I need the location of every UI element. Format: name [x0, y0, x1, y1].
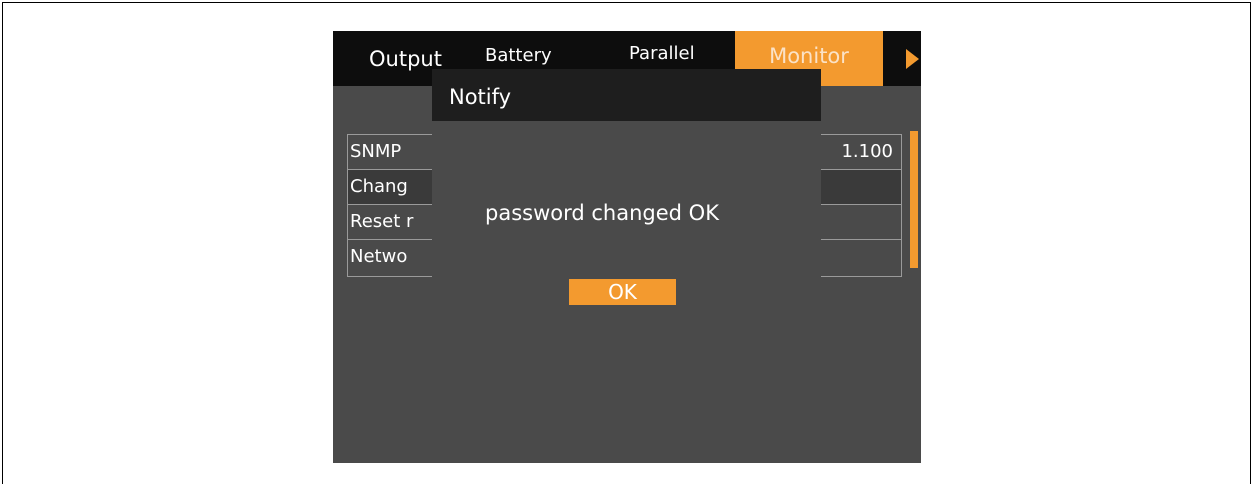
notify-dialog: Notify password changed OK OK [432, 69, 821, 353]
list-item-label: SNMP [350, 141, 402, 162]
dialog-title: Notify [432, 69, 821, 121]
list-scrollbar[interactable] [910, 131, 918, 268]
list-item-label: Chang [350, 176, 408, 197]
ok-button[interactable]: OK [569, 279, 676, 305]
list-item-label: Reset r [350, 211, 414, 232]
tab-output[interactable]: Output [369, 32, 442, 87]
dialog-message: password changed OK [485, 201, 719, 225]
next-tab-arrow-icon[interactable] [906, 49, 919, 69]
list-item-label: Netwo [350, 246, 408, 267]
list-item-value: 1.100 [841, 141, 893, 162]
